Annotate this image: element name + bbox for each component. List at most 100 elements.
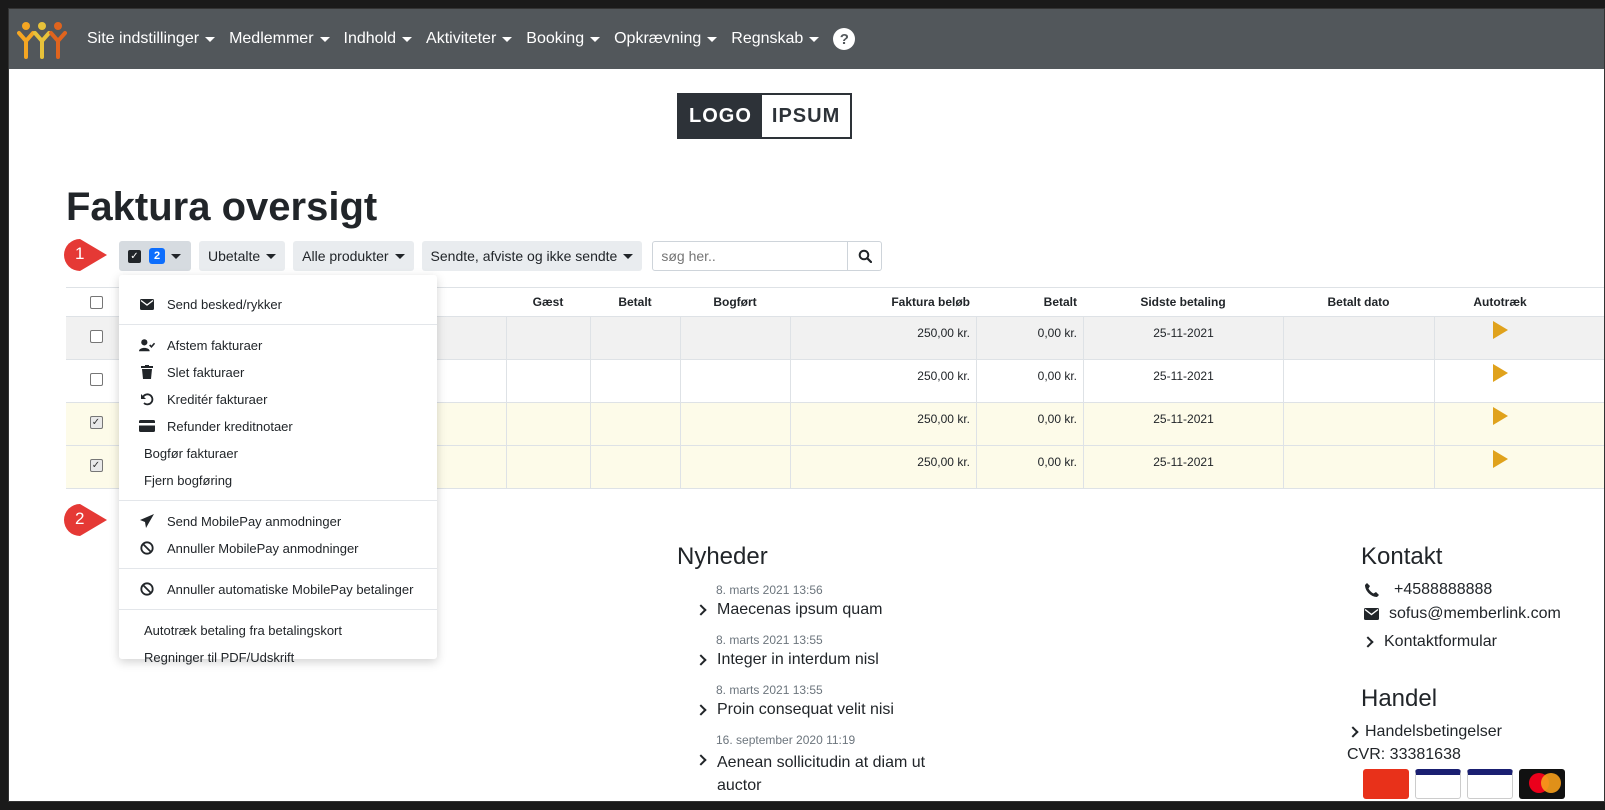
chevron-right-icon	[695, 654, 707, 666]
cell-last-payment: 25-11-2021	[1083, 446, 1283, 488]
search-button[interactable]	[848, 241, 883, 271]
sent-filter-button[interactable]: Sendte, afviste og ikke sendte	[421, 241, 643, 271]
news-link[interactable]: Integer in interdum nisl	[695, 651, 879, 669]
header-last-payment[interactable]: Sidste betaling	[1083, 287, 1283, 317]
caret-down-icon	[319, 36, 330, 42]
row-checkbox[interactable]	[89, 373, 103, 386]
header-autopay[interactable]: Autotræk	[1434, 287, 1566, 317]
nav-activities[interactable]: Aktiviteter	[426, 30, 513, 48]
ban-icon	[139, 540, 155, 556]
payment-cards	[1363, 769, 1571, 799]
menu-send-message[interactable]: Send besked/rykker	[119, 293, 437, 315]
row-checkbox-checked[interactable]: ✓	[89, 459, 103, 472]
envelope-icon	[139, 296, 155, 312]
cell-paid: 0,00 kr.	[976, 317, 1083, 359]
logo-ipsum: LOGO IPSUM	[677, 93, 853, 139]
help-icon[interactable]: ?	[833, 28, 856, 50]
menu-delete[interactable]: Slet fakturaer	[119, 361, 437, 383]
caret-down-icon	[590, 36, 601, 42]
news-link[interactable]: Maecenas ipsum quam	[695, 601, 882, 619]
menu-autopay-card[interactable]: Autotræk betaling fra betalingskort	[119, 619, 437, 641]
nav-members[interactable]: Medlemmer	[229, 30, 330, 48]
cell-paid: 0,00 kr.	[976, 360, 1083, 402]
header-paid-date[interactable]: Betalt dato	[1283, 287, 1434, 317]
nav-booking[interactable]: Booking	[526, 30, 601, 48]
news-title: Nyheder	[677, 543, 768, 570]
caret-down-icon	[266, 253, 277, 259]
menu-cancel-mobilepay[interactable]: Annuller MobilePay anmodninger	[119, 537, 437, 559]
top-navbar: Site indstillinger Medlemmer Indhold Akt…	[9, 9, 1604, 69]
menu-refund[interactable]: Refunder kreditnotaer	[119, 415, 437, 437]
visa-electron-logo-icon	[1467, 769, 1513, 799]
cvr-number: CVR: 33381638	[1347, 746, 1461, 763]
menu-unpost[interactable]: Fjern bogføring	[119, 469, 437, 491]
caret-down-icon	[502, 36, 513, 42]
contact-phone[interactable]: +4588888888	[1364, 581, 1492, 599]
nav-billing[interactable]: Opkrævning	[614, 30, 718, 48]
play-icon[interactable]	[1493, 321, 1508, 339]
paper-plane-icon	[139, 513, 155, 529]
cell-paid: 0,00 kr.	[976, 446, 1083, 488]
chevron-right-icon	[695, 704, 707, 716]
products-filter-button[interactable]: Alle produkter	[293, 241, 414, 271]
cell-last-payment: 25-11-2021	[1083, 360, 1283, 402]
contact-email[interactable]: sofus@memberlink.com	[1364, 605, 1561, 623]
row-checkbox-checked[interactable]: ✓	[89, 416, 103, 429]
caret-down-icon	[623, 253, 634, 259]
terms-link[interactable]: Handelsbetingelser	[1347, 723, 1502, 741]
site-logo-icon[interactable]	[17, 19, 67, 59]
chevron-right-icon	[695, 754, 707, 766]
cell-paid: 0,00 kr.	[976, 403, 1083, 445]
phone-icon	[1365, 583, 1379, 597]
cell-amount: 250,00 kr.	[790, 446, 976, 488]
header-paid[interactable]: Betalt	[590, 287, 680, 317]
news-link[interactable]: Aenean sollicitudin at diam ut auctor	[695, 751, 957, 797]
ban-icon	[139, 581, 155, 597]
caret-down-icon	[402, 36, 413, 42]
play-icon[interactable]	[1493, 364, 1508, 382]
step-marker-2: 2	[63, 503, 109, 537]
nav-site-settings[interactable]: Site indstillinger	[87, 30, 216, 48]
search-icon	[858, 249, 872, 263]
play-icon[interactable]	[1493, 450, 1508, 468]
bulk-actions-button[interactable]: ✓ 2	[119, 241, 191, 271]
envelope-icon	[1364, 608, 1379, 620]
credit-card-icon	[139, 418, 155, 434]
header-paid-amount[interactable]: Betalt	[976, 287, 1083, 317]
caret-down-icon	[809, 36, 820, 42]
selected-count-badge: 2	[149, 248, 165, 264]
user-check-icon	[139, 337, 155, 353]
nav-content[interactable]: Indhold	[344, 30, 413, 48]
play-icon[interactable]	[1493, 407, 1508, 425]
news-date: 8. marts 2021 13:56	[716, 583, 823, 597]
caret-down-icon	[205, 36, 216, 42]
menu-post[interactable]: Bogfør fakturaer	[119, 442, 437, 464]
cell-amount: 250,00 kr.	[790, 317, 976, 359]
status-filter-button[interactable]: Ubetalte	[199, 241, 286, 271]
header-amount[interactable]: Faktura beløb	[790, 287, 976, 317]
trash-icon	[139, 364, 155, 380]
contact-form-link[interactable]: Kontaktformular	[1362, 633, 1497, 651]
undo-icon	[139, 391, 155, 407]
menu-cancel-auto-mobilepay[interactable]: Annuller automatiske MobilePay betalinge…	[119, 578, 437, 600]
caret-down-icon	[394, 253, 405, 259]
chevron-right-icon	[1362, 636, 1374, 648]
menu-pdf[interactable]: Regninger til PDF/Udskrift	[119, 646, 437, 668]
menu-credit[interactable]: Kreditér fakturaer	[119, 388, 437, 410]
browser-viewport: Site indstillinger Medlemmer Indhold Akt…	[8, 8, 1605, 802]
header-posted[interactable]: Bogført	[680, 287, 790, 317]
menu-reconcile[interactable]: Afstem fakturaer	[119, 334, 437, 356]
checkbox-icon: ✓	[128, 249, 141, 263]
select-all-checkbox[interactable]	[89, 295, 103, 309]
nav-accounting[interactable]: Regnskab	[731, 30, 820, 48]
header-guest[interactable]: Gæst	[506, 287, 590, 317]
chevron-right-icon	[1347, 726, 1359, 738]
news-date: 8. marts 2021 13:55	[716, 633, 823, 647]
cell-amount: 250,00 kr.	[790, 403, 976, 445]
caret-down-icon	[707, 36, 718, 42]
row-checkbox[interactable]	[89, 330, 103, 343]
menu-send-mobilepay[interactable]: Send MobilePay anmodninger	[119, 510, 437, 532]
news-link[interactable]: Proin consequat velit nisi	[695, 701, 894, 719]
search-input[interactable]	[652, 241, 849, 271]
cell-last-payment: 25-11-2021	[1083, 317, 1283, 359]
